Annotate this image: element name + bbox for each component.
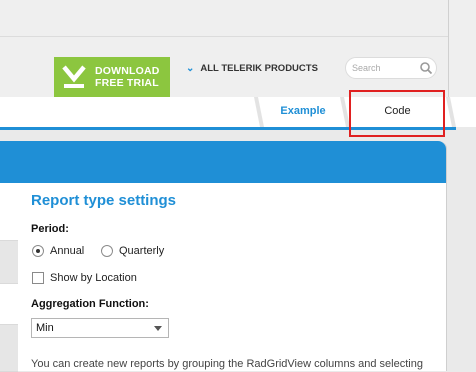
radio-annual[interactable] xyxy=(32,245,44,257)
aggregation-select[interactable]: Min xyxy=(31,318,169,338)
period-label: Period: xyxy=(31,223,69,235)
chevron-down-icon: ⌄ xyxy=(186,63,195,74)
aggregation-label: Aggregation Function: xyxy=(31,298,149,310)
download-label: DOWNLOAD FREE TRIAL xyxy=(95,65,160,89)
download-arrow-icon xyxy=(62,65,86,88)
show-by-location-checkbox[interactable] xyxy=(32,272,44,284)
radio-quarterly[interactable] xyxy=(101,245,113,257)
show-by-location-label: Show by Location xyxy=(50,272,137,284)
side-block xyxy=(0,324,18,372)
header-divider xyxy=(0,36,448,37)
section-title: Report type settings xyxy=(31,192,177,209)
download-free-trial-button[interactable]: DOWNLOAD FREE TRIAL xyxy=(54,57,170,97)
tab-separator xyxy=(446,97,456,127)
side-block xyxy=(0,240,18,284)
radio-quarterly-label: Quarterly xyxy=(119,245,165,257)
code-tab-highlight xyxy=(349,90,445,137)
caret-down-icon xyxy=(154,326,162,331)
radio-annual-label: Annual xyxy=(50,245,85,257)
search-icon[interactable] xyxy=(419,61,433,75)
side-column xyxy=(0,183,20,372)
all-products-menu[interactable]: ⌄ ALL TELERIK PRODUCTS xyxy=(186,63,318,74)
description-text: You can create new reports by grouping t… xyxy=(31,358,423,370)
tab-example[interactable]: Example xyxy=(263,97,343,125)
search-input[interactable] xyxy=(352,61,414,74)
panel-header xyxy=(0,141,446,183)
search-box[interactable] xyxy=(345,57,437,79)
aggregation-select-value: Min xyxy=(36,322,54,334)
